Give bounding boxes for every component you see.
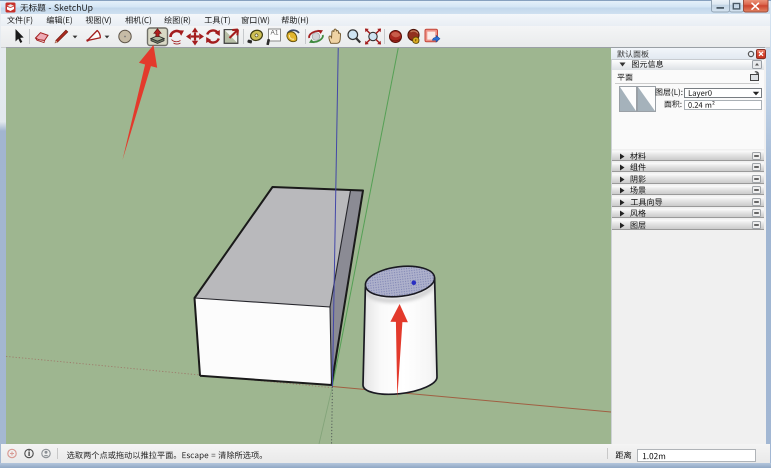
svg-text:A1: A1 bbox=[271, 30, 279, 37]
